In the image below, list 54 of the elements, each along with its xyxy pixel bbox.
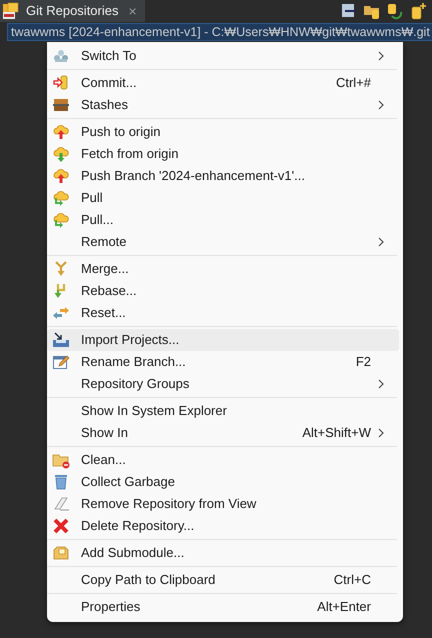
- menu-item[interactable]: Pull...: [47, 209, 399, 231]
- menu-item[interactable]: Pull: [47, 187, 399, 209]
- menu-item[interactable]: Show In System Explorer: [47, 400, 399, 422]
- cloud-up-arrow-icon: [52, 167, 70, 185]
- menu-item[interactable]: Reset...: [47, 302, 399, 324]
- folder-icon: [52, 544, 70, 562]
- trash-icon: [52, 473, 70, 491]
- menu-item[interactable]: Switch To: [47, 45, 399, 67]
- menu-item[interactable]: Clean...: [47, 449, 399, 471]
- cross-icon: [52, 517, 70, 535]
- cluster-icon: [52, 47, 70, 65]
- menu-item[interactable]: Rebase...: [47, 280, 399, 302]
- add-cylinder-icon: [409, 2, 427, 20]
- chevron-icon: [377, 379, 385, 389]
- menu-item[interactable]: Properties Alt+Enter: [47, 596, 399, 618]
- menu-item[interactable]: Show In Alt+Shift+W: [47, 422, 399, 444]
- toolbar-button[interactable]: [385, 2, 405, 20]
- menu-item[interactable]: Import Projects...: [47, 329, 399, 351]
- menu-item[interactable]: Repository Groups: [47, 373, 399, 395]
- view-tab[interactable]: Git Repositories ×: [0, 0, 145, 22]
- menu-item[interactable]: Collect Garbage: [47, 471, 399, 493]
- arrow-cylinder-icon: [52, 74, 70, 92]
- menu-item[interactable]: Remote: [47, 231, 399, 253]
- menu-item[interactable]: Add Submodule...: [47, 542, 399, 564]
- collapse-all-icon: [340, 2, 358, 20]
- chest-icon: [52, 96, 70, 114]
- eraser-icon: [52, 495, 70, 513]
- repository-icon: [2, 2, 20, 20]
- menu-item[interactable]: Remove Repository from View: [47, 493, 399, 515]
- close-button[interactable]: ×: [124, 4, 137, 18]
- menu-item[interactable]: Commit... Ctrl+#: [47, 72, 399, 94]
- cloud-down-arrow-icon: [52, 145, 70, 163]
- clone-icon: [386, 2, 404, 20]
- menu-item[interactable]: Rename Branch... F2: [47, 351, 399, 373]
- merge-arrows-icon: [52, 260, 70, 278]
- menu-item[interactable]: Stashes: [47, 94, 399, 116]
- menu-item[interactable]: Fetch from origin: [47, 143, 399, 165]
- toolbar-button[interactable]: [339, 2, 359, 20]
- menu-item[interactable]: Copy Path to Clipboard Ctrl+C: [47, 569, 399, 591]
- tray-arrow-icon: [52, 331, 70, 349]
- chevron-icon: [377, 428, 385, 438]
- menu-item[interactable]: Delete Repository...: [47, 515, 399, 537]
- chevron-icon: [377, 237, 385, 247]
- tree-item[interactable]: twawwms [2024-enhancement-v1] - C:₩Users₩HNW₩git₩twawwms₩.git: [8, 24, 432, 40]
- cloud-arrow-icon: [52, 189, 70, 207]
- menu-item[interactable]: Push to origin: [47, 121, 399, 143]
- menu-item[interactable]: Merge...: [47, 258, 399, 280]
- cloud-arrow-icon: [52, 211, 70, 229]
- menu-item[interactable]: Push Branch '2024-enhancement-v1'...: [47, 165, 399, 187]
- double-arrow-icon: [52, 304, 70, 322]
- chevron-icon: [377, 100, 385, 110]
- chevron-icon: [377, 51, 385, 61]
- cloud-up-arrow-icon: [52, 123, 70, 141]
- pencil-window-icon: [52, 353, 70, 371]
